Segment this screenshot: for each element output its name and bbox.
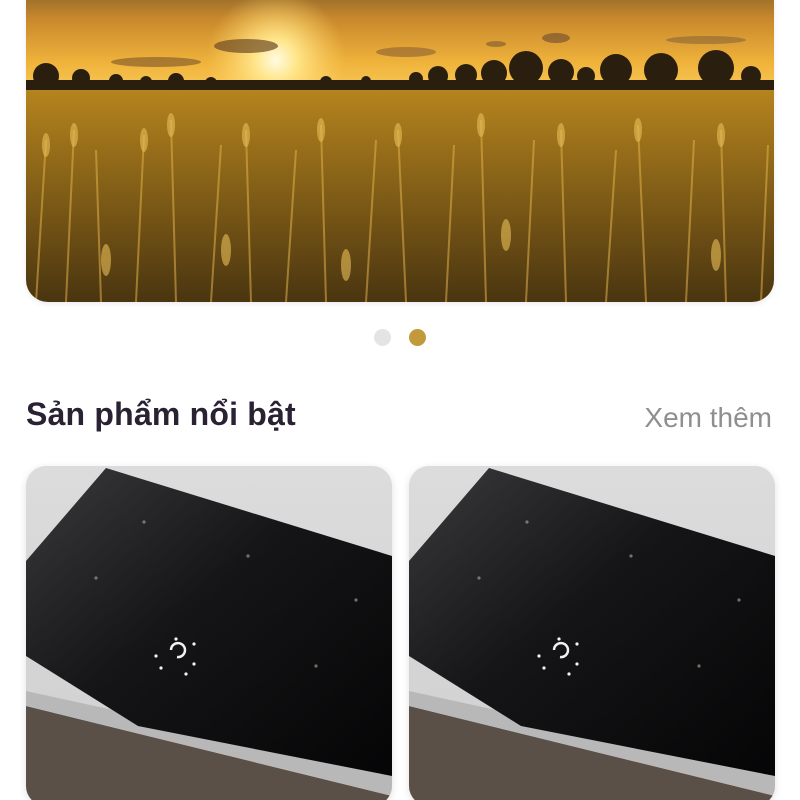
home-screen: Sản phẩm nổi bật Xem thêm [0, 0, 800, 800]
carousel-dot-2[interactable] [409, 329, 426, 346]
product-card[interactable] [409, 466, 775, 800]
product-card[interactable] [26, 466, 392, 800]
induction-cooktop-image [409, 466, 775, 800]
induction-cooktop-image [26, 466, 392, 800]
carousel-pagination [0, 329, 800, 347]
carousel-dot-1[interactable] [374, 329, 391, 346]
featured-products-title: Sản phẩm nổi bật [26, 396, 296, 432]
banner-carousel[interactable] [26, 0, 774, 302]
see-more-link[interactable]: Xem thêm [644, 402, 772, 434]
wheat-field-sunset-image [26, 0, 774, 302]
